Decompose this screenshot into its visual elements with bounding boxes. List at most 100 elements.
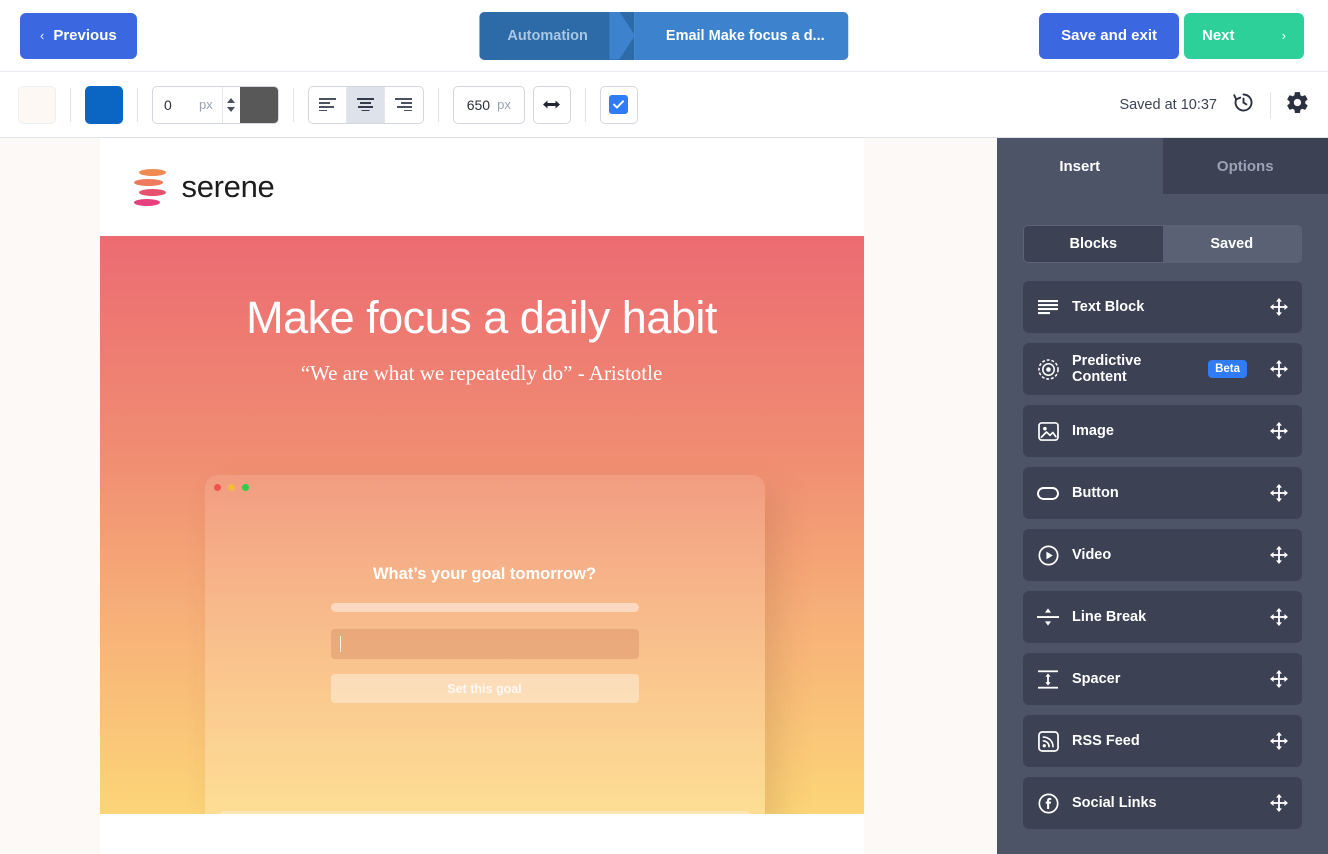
content-width-unit: px (497, 97, 511, 112)
stepper-up-icon[interactable] (227, 97, 236, 103)
sidebar-tabs: Insert Options (997, 138, 1328, 194)
block-item-button[interactable]: Button (1023, 467, 1302, 519)
line-break-icon (1037, 606, 1059, 628)
block-item-spacer[interactable]: Spacer (1023, 653, 1302, 705)
border-width-arrows[interactable] (221, 86, 240, 123)
border-width-stepper[interactable]: 0 px (152, 85, 279, 124)
mock-bottom-card (216, 811, 753, 814)
toolbar-right-group: Saved at 10:37 (1119, 90, 1310, 120)
serene-logo-icon (132, 166, 168, 208)
hero-title: Make focus a daily habit (246, 292, 717, 343)
align-center-button[interactable] (346, 86, 385, 123)
move-arrows-icon[interactable] (1270, 546, 1288, 564)
segment-blocks[interactable]: Blocks (1024, 226, 1163, 262)
block-label: Line Break (1072, 609, 1147, 625)
tab-options[interactable]: Options (1162, 138, 1328, 194)
window-minimize-dot-icon (227, 484, 235, 491)
move-arrows-icon[interactable] (1270, 794, 1288, 812)
text-caret-icon (339, 636, 341, 652)
border-color-swatch[interactable] (239, 86, 278, 123)
horizontal-arrows-icon (543, 100, 561, 109)
breadcrumb: Automation Email Make focus a d... (479, 11, 849, 60)
toolbar-divider (292, 87, 294, 122)
email-hero-block[interactable]: Make focus a daily habit “We are what we… (99, 236, 864, 814)
save-and-exit-label: Save and exit (1061, 27, 1157, 44)
responsive-checkbox[interactable] (609, 95, 629, 114)
move-arrows-icon[interactable] (1270, 484, 1288, 502)
block-label: Predictive Content (1072, 353, 1142, 385)
border-width-unit: px (199, 97, 213, 112)
previous-button-label: Previous (53, 27, 117, 44)
block-item-video[interactable]: Video (1023, 529, 1302, 581)
move-arrows-icon[interactable] (1270, 608, 1288, 626)
mock-question: What’s your goal tomorrow? (372, 565, 597, 583)
full-width-button[interactable] (532, 85, 571, 124)
background-color-swatch[interactable] (18, 85, 56, 124)
next-button[interactable]: Next › (1184, 12, 1304, 59)
content-width-value[interactable]: 650 (467, 97, 490, 113)
breadcrumb-item-email[interactable]: Email Make focus a d... (633, 11, 849, 60)
checkmark-icon (613, 100, 625, 109)
play-circle-icon (1037, 544, 1059, 566)
window-traffic-lights (205, 475, 765, 491)
editor-body: serene Make focus a daily habit “We are … (0, 138, 1328, 854)
block-item-line-break[interactable]: Line Break (1023, 591, 1302, 643)
breadcrumb-parent-label: Automation (507, 27, 588, 44)
gear-icon[interactable] (1285, 90, 1310, 120)
tab-insert[interactable]: Insert (997, 138, 1163, 194)
move-arrows-icon[interactable] (1270, 732, 1288, 750)
align-left-icon (318, 98, 336, 111)
history-clock-icon[interactable] (1231, 90, 1256, 120)
block-label: Spacer (1072, 671, 1121, 687)
mock-placeholder-bar (330, 603, 639, 612)
block-label: RSS Feed (1072, 733, 1140, 749)
mock-form: What’s your goal tomorrow? Set this goal (205, 491, 765, 703)
block-list: Text Block Predictive Content Beta Image… (1023, 281, 1302, 829)
toolbar-divider (437, 87, 439, 122)
block-item-text-block[interactable]: Text Block (1023, 281, 1302, 333)
email-logo-section: serene (99, 138, 864, 236)
stepper-down-icon[interactable] (227, 106, 236, 112)
toolbar-divider (584, 87, 586, 122)
align-center-icon (356, 98, 374, 111)
block-label: Social Links (1072, 795, 1157, 811)
align-right-button[interactable] (385, 87, 423, 123)
save-and-exit-button[interactable]: Save and exit (1039, 12, 1179, 59)
block-item-image[interactable]: Image (1023, 405, 1302, 457)
block-label: Video (1072, 547, 1112, 563)
spacer-icon (1037, 668, 1059, 690)
move-arrows-icon[interactable] (1270, 422, 1288, 440)
content-width-field[interactable]: 650 px (452, 85, 525, 124)
block-item-social-links[interactable]: Social Links (1023, 777, 1302, 829)
saved-status: Saved at 10:37 (1119, 96, 1217, 113)
move-arrows-icon[interactable] (1270, 298, 1288, 316)
breadcrumb-current-label: Email Make focus a d... (665, 27, 825, 44)
segment-saved[interactable]: Saved (1162, 226, 1301, 262)
background-color-group (18, 85, 56, 124)
email-canvas: serene Make focus a daily habit “We are … (0, 138, 997, 854)
block-label: Text Block (1072, 299, 1145, 315)
window-close-dot-icon (213, 484, 221, 491)
brand-logo: serene (132, 166, 275, 208)
previous-button[interactable]: ‹ Previous (20, 12, 137, 59)
email-builder-app: ‹ Previous Automation Email Make focus a… (0, 0, 1328, 854)
insert-sidebar: Insert Options Blocks Saved Text Block P… (997, 138, 1328, 854)
block-item-rss-feed[interactable]: RSS Feed (1023, 715, 1302, 767)
mock-submit-button: Set this goal (330, 674, 639, 703)
chevron-right-icon: › (1281, 28, 1286, 43)
border-width-value[interactable]: 0 (153, 97, 199, 113)
move-arrows-icon[interactable] (1270, 670, 1288, 688)
responsive-toggle[interactable] (599, 85, 638, 124)
breadcrumb-item-automation[interactable]: Automation (479, 11, 634, 60)
toolbar-divider (1270, 91, 1271, 118)
border-width-group: 0 px (152, 85, 279, 124)
next-button-label: Next (1202, 27, 1235, 44)
align-left-button[interactable] (309, 86, 347, 123)
toolbar-divider (70, 87, 71, 122)
block-item-predictive-content[interactable]: Predictive Content Beta (1023, 343, 1302, 395)
block-label: Image (1072, 423, 1114, 439)
mock-text-input (330, 629, 639, 659)
move-arrows-icon[interactable] (1270, 360, 1288, 378)
accent-color-swatch[interactable] (85, 85, 123, 124)
chevron-left-icon: ‹ (40, 28, 45, 43)
